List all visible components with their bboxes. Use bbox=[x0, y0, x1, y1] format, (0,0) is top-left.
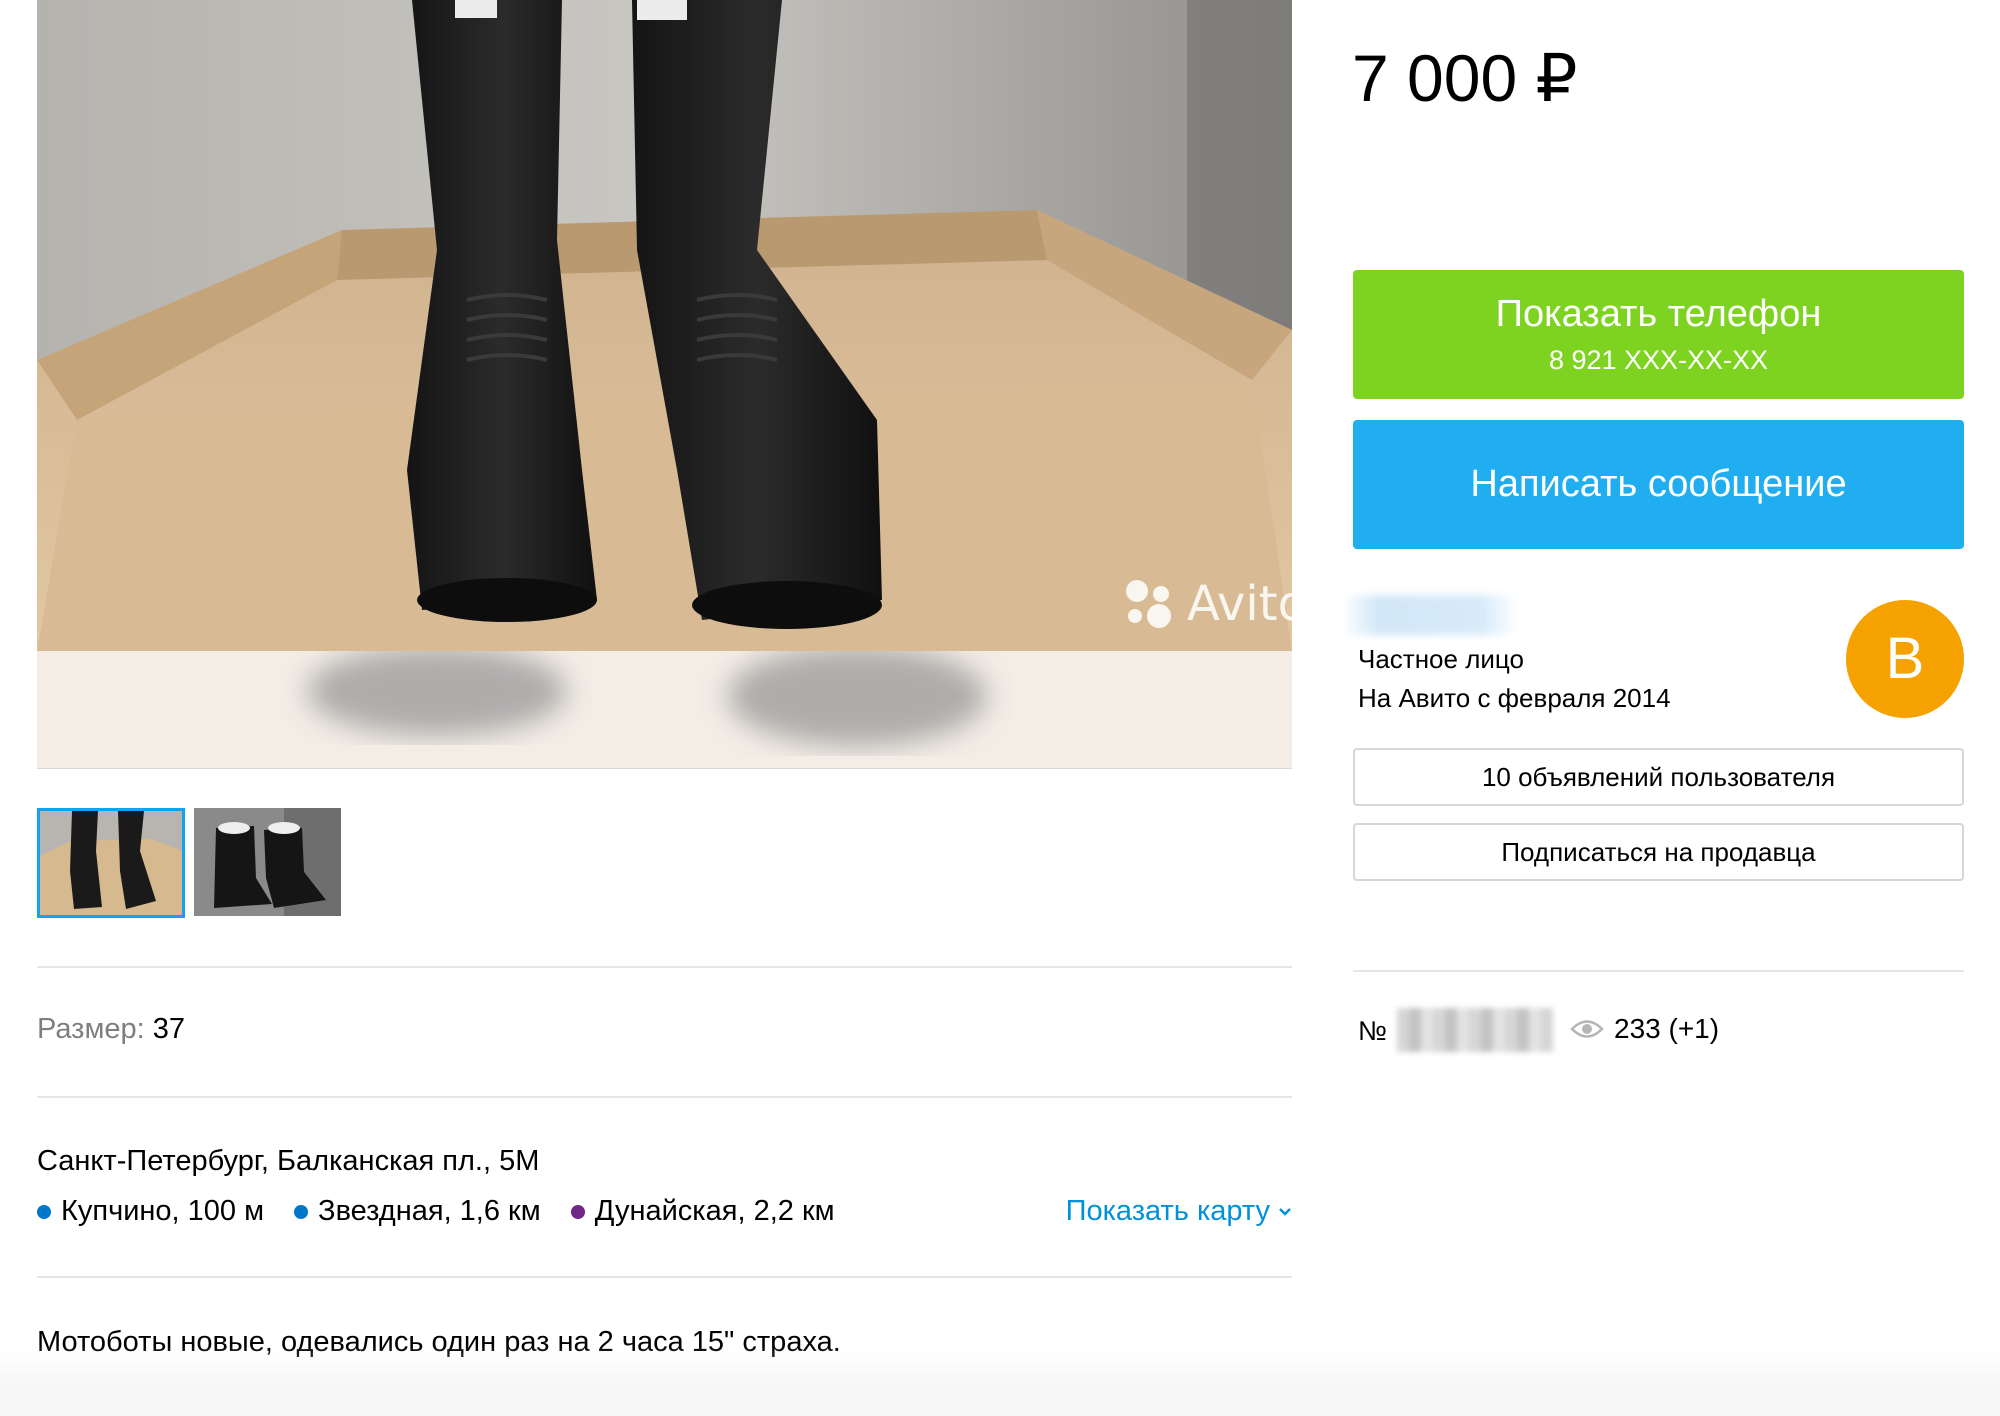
metro-line-dot-icon bbox=[570, 1204, 585, 1219]
metro-line-dot-icon bbox=[37, 1204, 51, 1219]
metro-stations: Купчино, 100 м Звездная, 1,6 км Дунайска… bbox=[37, 1195, 865, 1228]
divider bbox=[37, 966, 1292, 968]
seller-type: Частное лицо bbox=[1358, 644, 1524, 674]
eye-icon bbox=[1570, 1020, 1604, 1038]
param-size: Размер: 37 bbox=[37, 1013, 185, 1046]
metro-station: Купчино, 100 м bbox=[37, 1195, 264, 1228]
photo-blurred-extension bbox=[37, 651, 1292, 768]
metro-station-label: Дунайская, 2,2 км bbox=[594, 1195, 835, 1227]
divider bbox=[37, 1096, 1292, 1098]
write-message-button[interactable]: Написать сообщение bbox=[1353, 420, 1964, 549]
address-line: Санкт-Петербург, Балканская пл., 5М bbox=[37, 1145, 540, 1177]
show-phone-button[interactable]: Показать телефон 8 921 XXX-XX-XX bbox=[1353, 270, 1964, 399]
views-counter: 233 (+1) bbox=[1570, 1013, 1719, 1045]
watermark-text: Avito bbox=[1187, 576, 1292, 632]
divider bbox=[1353, 970, 1964, 972]
listing-description: Мотоботы новые, одевались один раз на 2 … bbox=[37, 1326, 841, 1358]
ad-number-label: № bbox=[1358, 1016, 1387, 1046]
ad-number-redacted bbox=[1397, 1008, 1553, 1052]
metro-line-dot-icon bbox=[294, 1204, 309, 1219]
phone-number: 8 921 XXX-XX-XX bbox=[1548, 345, 1769, 375]
seller-name-redacted[interactable] bbox=[1345, 595, 1515, 635]
price: 7 000 ₽ bbox=[1352, 41, 1578, 115]
main-photo[interactable]: Avito bbox=[37, 0, 1292, 769]
show-map-label: Показать карту bbox=[1065, 1195, 1270, 1227]
param-size-label: Размер: bbox=[37, 1013, 145, 1045]
boots-photo bbox=[37, 0, 1292, 651]
seller-since: На Авито с февраля 2014 bbox=[1358, 683, 1671, 713]
show-phone-label: Показать телефон bbox=[1495, 293, 1822, 335]
divider bbox=[37, 1276, 1292, 1278]
avito-watermark: Avito bbox=[1121, 572, 1292, 636]
metro-station-label: Звездная, 1,6 км bbox=[318, 1195, 541, 1227]
views-count: 233 (+1) bbox=[1614, 1013, 1720, 1044]
thumbnail-1-selected[interactable] bbox=[37, 808, 185, 918]
param-size-value: 37 bbox=[152, 1013, 186, 1045]
chevron-down-icon bbox=[1279, 1207, 1291, 1216]
avito-logo-icon bbox=[1126, 580, 1171, 628]
metro-station-label: Купчино, 100 м bbox=[61, 1195, 265, 1227]
user-ads-button[interactable]: 10 объявлений пользователя bbox=[1353, 748, 1964, 806]
subscribe-seller-button[interactable]: Подписаться на продавца bbox=[1353, 823, 1964, 881]
show-map-link[interactable]: Показать карту bbox=[1066, 1195, 1292, 1228]
metro-station: Звездная, 1,6 км bbox=[294, 1195, 541, 1228]
metro-station: Дунайская, 2,2 км bbox=[570, 1195, 835, 1228]
avatar[interactable]: В bbox=[1846, 600, 1964, 718]
thumbnail-2[interactable] bbox=[194, 808, 341, 916]
